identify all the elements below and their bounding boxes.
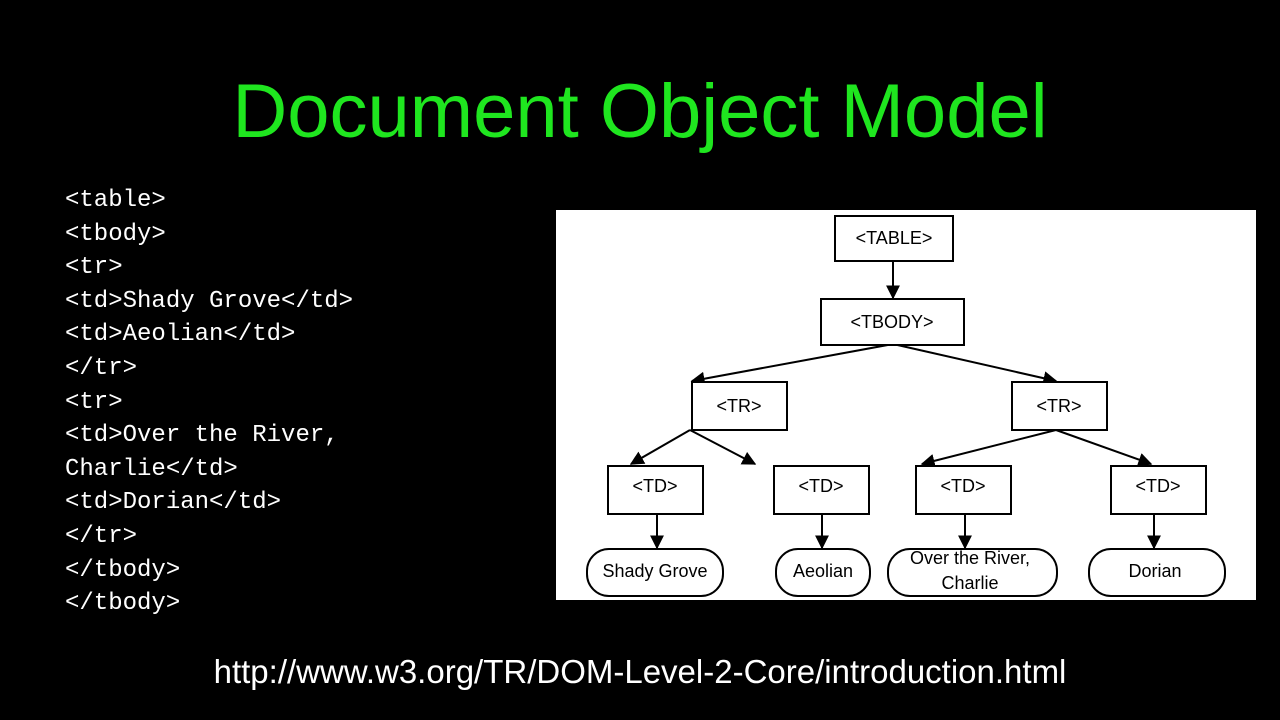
code-line: </tbody>	[65, 590, 181, 618]
node-td4-label: <TD>	[1135, 476, 1180, 496]
source-url: http://www.w3.org/TR/DOM-Level-2-Core/in…	[213, 653, 1067, 690]
code-line: <tr>	[65, 254, 123, 282]
edge-tr1-td1	[629, 429, 691, 465]
node-table-label: <TABLE>	[856, 228, 933, 248]
node-tr2-label: <TR>	[1036, 396, 1081, 416]
edge-tr2-td3	[920, 429, 1057, 468]
node-td2-label: <TD>	[798, 476, 843, 496]
code-line: <td>Over the River,	[65, 422, 339, 450]
node-tr1-label: <TR>	[716, 396, 761, 416]
code-line: <table>	[65, 187, 166, 214]
node-td3-label: <TD>	[940, 476, 985, 496]
code-line: </tbody>	[65, 556, 181, 584]
node-tbody-label: <TBODY>	[850, 312, 933, 332]
code-line: <td>Aeolian</td>	[65, 321, 296, 349]
edge-tbody-tr1	[690, 343, 894, 386]
edge-tbody-tr2	[892, 343, 1058, 386]
edge-tr1-td2	[689, 429, 757, 465]
dom-tree-diagram: <TABLE> <TBODY> <TR> <TR> <TD> <TD> <TD>…	[556, 210, 1256, 600]
html-code-listing: <table> <tbody> <tr> <td>Shady Grove</td…	[65, 184, 353, 621]
code-line: <td>Shady Grove</td>	[65, 287, 354, 315]
slide-title: Document Object Model	[232, 69, 1048, 154]
node-text3-label-line1: Over the River,	[910, 548, 1030, 568]
code-line: </tr>	[65, 354, 138, 382]
code-line: </tr>	[65, 522, 138, 550]
node-text1-label: Shady Grove	[602, 561, 707, 581]
code-line: <tr>	[65, 388, 123, 416]
edge-tr2-td4	[1055, 429, 1153, 467]
code-line: Charlie</td>	[65, 455, 238, 483]
node-text4-label: Dorian	[1128, 561, 1181, 581]
code-line: <td>Dorian</td>	[65, 489, 282, 517]
node-td1-label: <TD>	[632, 476, 677, 496]
node-text3-label-line2: Charlie	[941, 573, 998, 593]
code-line: <tbody>	[65, 220, 166, 248]
node-text2-label: Aeolian	[793, 561, 853, 581]
